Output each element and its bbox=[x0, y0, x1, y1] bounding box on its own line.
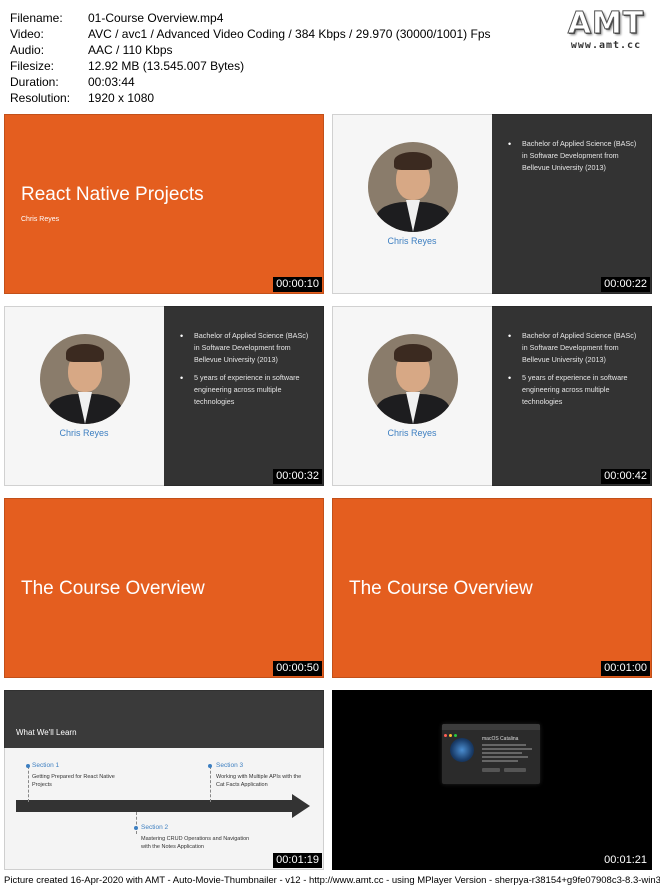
timeline-arrow bbox=[16, 800, 292, 812]
info-key: Audio: bbox=[10, 43, 45, 57]
thumbnail-1[interactable]: React Native Projects Chris Reyes 00:00:… bbox=[4, 114, 324, 294]
info-key: Filename: bbox=[10, 11, 63, 25]
timestamp: 00:01:19 bbox=[273, 853, 322, 868]
system-report-button bbox=[482, 768, 500, 772]
thumbnail-4[interactable]: Chris Reyes Bachelor of Applied Science … bbox=[332, 306, 652, 486]
timeline-arrow-head bbox=[292, 794, 310, 818]
slide-title: React Native Projects bbox=[21, 184, 204, 205]
logo-text: AMT bbox=[567, 6, 645, 41]
info-value: AVC / avc1 / Advanced Video Coding / 384… bbox=[88, 27, 491, 41]
presenter-name: Chris Reyes bbox=[59, 428, 109, 438]
section-2-label: Section 2 bbox=[141, 824, 169, 831]
info-row-resolution: Resolution: 1920 x 1080 bbox=[10, 90, 491, 106]
slide-left-panel: Chris Reyes bbox=[332, 306, 492, 486]
section-dot bbox=[26, 764, 30, 768]
section-3-desc: Working with Multiple APIs with the Cat … bbox=[216, 774, 302, 788]
section-3-label: Section 3 bbox=[216, 762, 244, 769]
amt-logo: AMT www.amt.cc bbox=[560, 6, 652, 51]
info-row-video: Video: AVC / avc1 / Advanced Video Coding… bbox=[10, 26, 491, 42]
about-mac-window: macOS Catalina bbox=[442, 724, 540, 784]
timestamp: 00:01:21 bbox=[601, 853, 650, 868]
info-value: 1920 x 1080 bbox=[88, 91, 155, 105]
section-marker bbox=[136, 812, 137, 834]
bio-bullet: Bachelor of Applied Science (BASc) in So… bbox=[508, 330, 640, 366]
section-marker bbox=[210, 766, 211, 802]
section-1-desc: Getting Prepared for React Native Projec… bbox=[32, 774, 115, 788]
minimize-icon bbox=[449, 734, 452, 737]
info-key: Filesize: bbox=[10, 59, 55, 73]
slide-heading: What We'll Learn bbox=[16, 728, 77, 737]
system-details bbox=[482, 744, 532, 764]
macos-icon bbox=[450, 738, 474, 762]
file-info: Filename: 01-Course Overview.mp4 Video: AV… bbox=[10, 10, 491, 106]
timestamp: 00:00:32 bbox=[273, 469, 322, 484]
presenter-name: Chris Reyes bbox=[387, 236, 437, 246]
info-row-audio: Audio: AAC / 110 Kbps bbox=[10, 42, 491, 58]
bio-bullet: Bachelor of Applied Science (BASc) in So… bbox=[508, 138, 640, 174]
window-titlebar bbox=[442, 724, 540, 737]
thumbnail-7[interactable]: What We'll Learn Section 1 Getting Prepa… bbox=[4, 690, 324, 870]
bio-bullets: Bachelor of Applied Science (BASc) in So… bbox=[180, 330, 312, 414]
bio-bullet: 5 years of experience in software engine… bbox=[508, 372, 640, 408]
slide-right-panel: Bachelor of Applied Science (BASc) in So… bbox=[492, 114, 652, 294]
info-row-filesize: Filesize: 12.92 MB (13.545.007 Bytes) bbox=[10, 58, 491, 74]
maximize-icon bbox=[454, 734, 457, 737]
slide-author: Chris Reyes bbox=[21, 216, 60, 223]
presenter-avatar bbox=[368, 334, 458, 424]
bio-bullets: Bachelor of Applied Science (BASc) in So… bbox=[508, 138, 640, 180]
section-dot bbox=[208, 764, 212, 768]
slide-left-panel: Chris Reyes bbox=[332, 114, 492, 294]
software-update-button bbox=[504, 768, 526, 772]
slide-left-panel: Chris Reyes bbox=[4, 306, 164, 486]
thumbnail-8[interactable]: macOS Catalina 00:01:21 bbox=[332, 690, 652, 870]
timestamp: 00:00:10 bbox=[273, 277, 322, 292]
timestamp: 00:01:00 bbox=[601, 661, 650, 676]
slide-right-panel: Bachelor of Applied Science (BASc) in So… bbox=[492, 306, 652, 486]
presenter-name: Chris Reyes bbox=[387, 428, 437, 438]
info-key: Duration: bbox=[10, 75, 59, 89]
section-2-desc: Mastering CRUD Operations and Navigation… bbox=[141, 836, 250, 850]
section-marker bbox=[28, 766, 29, 802]
presenter-avatar bbox=[40, 334, 130, 424]
thumbnail-2[interactable]: Chris Reyes Bachelor of Applied Science … bbox=[332, 114, 652, 294]
timestamp: 00:00:42 bbox=[601, 469, 650, 484]
info-row-filename: Filename: 01-Course Overview.mp4 bbox=[10, 10, 491, 26]
presenter-avatar bbox=[368, 142, 458, 232]
close-icon bbox=[444, 734, 447, 737]
timestamp: 00:00:22 bbox=[601, 277, 650, 292]
info-key: Video: bbox=[10, 27, 44, 41]
thumbnail-5[interactable]: The Course Overview 00:00:50 bbox=[4, 498, 324, 678]
slide-right-panel: Bachelor of Applied Science (BASc) in So… bbox=[164, 306, 324, 486]
info-key: Resolution: bbox=[10, 91, 71, 105]
info-value: 12.92 MB (13.545.007 Bytes) bbox=[88, 59, 245, 73]
info-row-duration: Duration: 00:03:44 bbox=[10, 74, 491, 90]
info-value: 01-Course Overview.mp4 bbox=[88, 11, 224, 25]
bio-bullets: Bachelor of Applied Science (BASc) in So… bbox=[508, 330, 640, 414]
slide-header: What We'll Learn bbox=[4, 690, 324, 748]
section-1-label: Section 1 bbox=[32, 762, 60, 769]
bio-bullet: 5 years of experience in software engine… bbox=[180, 372, 312, 408]
thumbnail-3[interactable]: Chris Reyes Bachelor of Applied Science … bbox=[4, 306, 324, 486]
logo-url: www.amt.cc bbox=[570, 40, 642, 51]
slide-title: The Course Overview bbox=[349, 578, 533, 599]
os-name: macOS Catalina bbox=[482, 736, 519, 742]
info-value: AAC / 110 Kbps bbox=[88, 43, 173, 57]
bio-bullet: Bachelor of Applied Science (BASc) in So… bbox=[180, 330, 312, 366]
section-dot bbox=[134, 826, 138, 830]
timestamp: 00:00:50 bbox=[273, 661, 322, 676]
info-value: 00:03:44 bbox=[88, 75, 135, 89]
footer-credit: Picture created 16-Apr-2020 with AMT - A… bbox=[4, 875, 660, 886]
thumbnail-6[interactable]: The Course Overview 00:01:00 bbox=[332, 498, 652, 678]
slide-title: The Course Overview bbox=[21, 578, 205, 599]
